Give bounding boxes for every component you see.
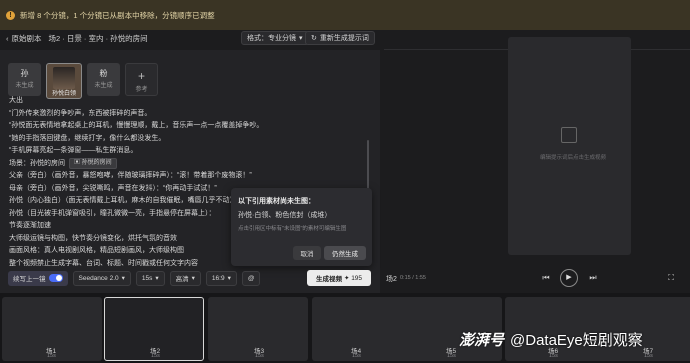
previous-icon[interactable]: ⏮	[540, 272, 552, 284]
character-status: 未生成	[15, 83, 34, 89]
script-line: 节奏逐渐加速	[9, 222, 51, 229]
warning-icon: !	[6, 10, 15, 20]
clip-duration: 15s	[151, 353, 160, 359]
back-label: 原始剧本	[11, 33, 42, 43]
character-name: 粉	[99, 69, 108, 78]
character-thumb[interactable]: 孙 未生成	[8, 63, 41, 96]
script-line: “门外传来激烈的争吵声，东西被摔碎的声音。	[9, 109, 152, 117]
generate-video-button[interactable]: 生成视频 ✦ 195	[307, 270, 371, 286]
script-line: “她的手指落回键盘，继续打字，像什么都没发生。	[9, 134, 166, 142]
generate-anyway-button[interactable]: 仍然生成	[324, 246, 366, 260]
film-icon	[561, 127, 577, 143]
character-thumb[interactable]: 粉 未生成	[87, 63, 120, 96]
generation-toolbar: 续写上一镜 Seedance 2.0 ▾ 15s ▾ 高清 ▾ 16:9 ▾ @	[8, 270, 261, 286]
scene-tag-label: 孙悦的房间	[81, 159, 112, 166]
script-line: 父亲（旁白）（画外音，暴怒咆哮，伴随玻璃摔碎声）：“滚！带着那个废物滚！”	[9, 172, 252, 179]
script-line: 孙悦（内心独白）（面无表情戴上耳机，麻木的自我催眠，嘴唇几乎不动）	[9, 197, 237, 204]
watermark-text: @DataEye短剧观察	[510, 332, 643, 349]
character-name: 孙	[20, 69, 29, 78]
script-line: “手机屏幕亮起一条弹窗——私生群消息。	[9, 147, 138, 154]
add-reference-button[interactable]: + 参考	[125, 63, 158, 96]
ratio-select[interactable]: 16:9 ▾	[205, 270, 237, 286]
script-line: 母亲（旁白）（画外音，尖锐嘶鸣，声音在发抖）：“你再动手试试！”	[9, 184, 217, 192]
script-line: 画面风格：真人电视剧风格，精品短剧画风，大师级构图	[9, 247, 184, 254]
clip-duration: 15s	[255, 353, 264, 359]
fullscreen-icon[interactable]: ⛶	[665, 272, 677, 284]
script-line: 大师级运镜与构图，快节奏分镜变化，烘托气氛的音效	[9, 234, 177, 242]
chevron-down-icon: ▾	[121, 275, 125, 282]
chevron-down-icon: ▾	[191, 275, 195, 282]
chevron-down-icon: ▾	[299, 35, 303, 42]
clip-duration: 15s	[644, 353, 653, 359]
chevron-down-icon: ▾	[227, 275, 231, 282]
breadcrumb: 场2 · 日景 · 室内 · 孙悦的房间	[48, 33, 148, 43]
quality-select[interactable]: 高清 ▾	[169, 270, 201, 286]
regen-label: 重新生成提示词	[319, 35, 369, 42]
clip-duration: 15s	[352, 353, 361, 359]
refresh-icon: ↻	[311, 35, 317, 42]
quality-label: 高清	[175, 276, 189, 283]
character-thumb-selected[interactable]: 孙悦白领	[46, 63, 82, 99]
scene-line: 场景：孙悦的房间 ▣ 孙悦的房间	[9, 157, 239, 171]
ratio-label: 16:9	[211, 274, 225, 282]
script-line: 孙悦（目光被手机弹窗吸引，瞳孔微微一亮，手指悬停在屏幕上）：	[9, 209, 216, 217]
script-text[interactable]: 大出 “门外传来激烈的争吵声，东西被摔碎的声音。 “孙悦面无表情地拿起桌上的耳机…	[9, 95, 264, 270]
scene-label: 场景：孙悦的房间	[9, 159, 65, 167]
script-line: “孙悦面无表情地拿起桌上的耳机，慢慢理顺，戴上，音乐声一点一点覆盖掉争吵。	[9, 122, 264, 129]
notice-bar: ! 新增 8 个分镜，1 个分镜已从剧本中移除，分镜顺序已调整	[0, 0, 690, 30]
watermark-logo: 澎湃号	[459, 332, 505, 349]
add-reference-label: 参考	[135, 87, 148, 93]
script-line: 大出	[9, 97, 23, 104]
current-scene-label: 场2	[386, 276, 397, 283]
timeline-clip[interactable]	[312, 297, 412, 361]
scene-reference-tag[interactable]: ▣ 孙悦的房间	[69, 157, 117, 169]
timecode: 0:15 / 1:55	[400, 275, 426, 281]
format-label: 格式：专业分镜	[247, 35, 296, 42]
notice-text: 新增 8 个分镜，1 个分镜已从剧本中移除，分镜顺序已调整	[20, 10, 215, 20]
generate-cost: ✦ 195	[343, 275, 363, 282]
next-icon[interactable]: ⏭	[587, 272, 599, 284]
clip-duration: 15s	[549, 353, 558, 359]
character-portrait	[53, 67, 75, 89]
model-select[interactable]: Seedance 2.0 ▾	[72, 270, 131, 286]
play-button[interactable]: ▶	[560, 269, 578, 287]
editor-scrollbar[interactable]	[367, 140, 369, 190]
script-line: 整个视频禁止生成字幕、台词、标题、时间戳或任何文字内容	[9, 259, 198, 267]
watermark: 澎湃号 @DataEye短剧观察	[459, 329, 643, 350]
character-status: 未生成	[94, 83, 113, 89]
toggle-switch[interactable]	[48, 274, 63, 282]
chevron-down-icon: ▾	[155, 275, 159, 282]
image-icon: ▣	[74, 159, 82, 166]
continue-previous-toggle[interactable]: 续写上一镜	[8, 270, 68, 286]
duration-label: 15s	[141, 274, 153, 282]
chevron-left-icon: ‹	[6, 33, 9, 43]
at-icon: @	[247, 274, 255, 282]
continue-label: 续写上一镜	[13, 276, 46, 283]
popup-title: 以下引用素材尚未生图：	[238, 198, 315, 205]
popup-hint: 点击引用区中标有"未设图"的素材可编辑生图	[238, 226, 347, 232]
popup-items: 孙悦·白领、粉色信封（成堆）	[238, 212, 332, 219]
duration-select[interactable]: 15s ▾	[135, 270, 165, 286]
clip-duration: 15s	[47, 353, 56, 359]
mention-button[interactable]: @	[241, 270, 261, 286]
video-preview	[508, 37, 631, 255]
character-references: 孙 未生成 孙悦白领 粉 未生成 + 参考	[8, 63, 158, 99]
plus-icon: +	[137, 69, 145, 83]
format-select[interactable]: 格式：专业分镜 ▾	[241, 31, 309, 45]
cancel-button[interactable]: 取消	[293, 246, 321, 260]
generate-label: 生成视频	[315, 276, 342, 283]
clip-duration: 15s	[447, 353, 456, 359]
back-link[interactable]: ‹ 原始剧本 场2 · 日景 · 室内 · 孙悦的房间	[6, 30, 148, 46]
preview-hint: 编辑提示词后点击生成视频	[539, 155, 606, 161]
model-label: Seedance 2.0	[78, 274, 119, 282]
regenerate-prompt-button[interactable]: ↻ 重新生成提示词	[305, 31, 375, 45]
